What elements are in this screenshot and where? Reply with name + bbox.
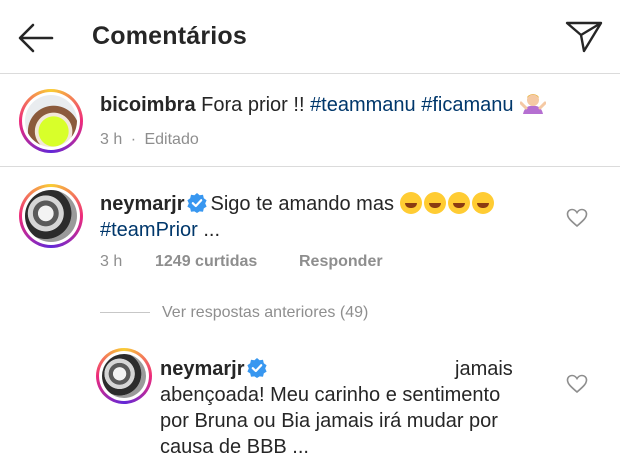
reply-username-line: neymarjr — [160, 355, 271, 383]
username[interactable]: neymarjr — [160, 358, 245, 380]
reply-text-line1: jamais — [455, 358, 513, 380]
direct-message-icon[interactable] — [564, 18, 604, 54]
reply-text-line3: por Bruna ou Bia jamais irá mudar por — [160, 410, 498, 432]
post-caption: bicoimbra Fora prior !! #teammanu #ficam… — [0, 75, 620, 167]
verified-badge-icon — [246, 358, 267, 378]
comment-text-line1: neymarjr Sigo te amando mas — [100, 190, 496, 218]
username[interactable]: bicoimbra — [100, 94, 196, 116]
profile-photo — [25, 95, 77, 147]
avatar[interactable] — [19, 89, 83, 153]
profile-photo — [25, 190, 77, 242]
rolling-laughing-emoji-icon — [447, 192, 470, 214]
profile-photo — [102, 354, 146, 398]
hashtag-link[interactable]: #teammanu — [310, 94, 416, 116]
caption-meta: 3 h · Editado — [100, 131, 199, 148]
replies-divider — [100, 312, 150, 313]
comment-text-line2: #teamPrior ... — [100, 219, 221, 241]
reply-text-line4: causa de BBB ... — [160, 436, 309, 458]
like-heart-icon[interactable] — [566, 208, 588, 228]
view-previous-replies-button[interactable]: Ver respostas anteriores (49) — [162, 304, 368, 322]
avatar[interactable] — [19, 184, 83, 248]
comment-timestamp: 3 h — [100, 253, 123, 270]
grinning-sweat-emoji-icon — [423, 192, 446, 214]
verified-badge-icon — [186, 193, 207, 213]
hashtag-link[interactable]: #ficamanu — [416, 94, 513, 116]
rolling-laughing-emoji-icon — [471, 192, 494, 214]
hashtag-link[interactable]: #teamPrior — [100, 219, 198, 241]
back-arrow-icon[interactable] — [16, 20, 56, 56]
caption-text: bicoimbra Fora prior !! #teammanu #ficam… — [100, 91, 546, 119]
reply-button[interactable]: Responder — [299, 253, 383, 271]
username[interactable]: neymarjr — [100, 193, 185, 215]
edited-label: Editado — [144, 131, 199, 148]
like-count[interactable]: 1249 curtidas — [155, 253, 257, 271]
page-title: Comentários — [92, 22, 248, 50]
timestamp: 3 h — [100, 131, 123, 148]
rolling-laughing-emoji-icon — [399, 192, 422, 214]
person-shrugging-emoji-icon — [519, 94, 546, 114]
avatar[interactable] — [96, 348, 152, 404]
reply-text-line2: abençoada! Meu carinho e sentimento — [160, 384, 501, 406]
top-bar: Comentários — [0, 0, 620, 74]
like-heart-icon[interactable] — [566, 374, 588, 394]
